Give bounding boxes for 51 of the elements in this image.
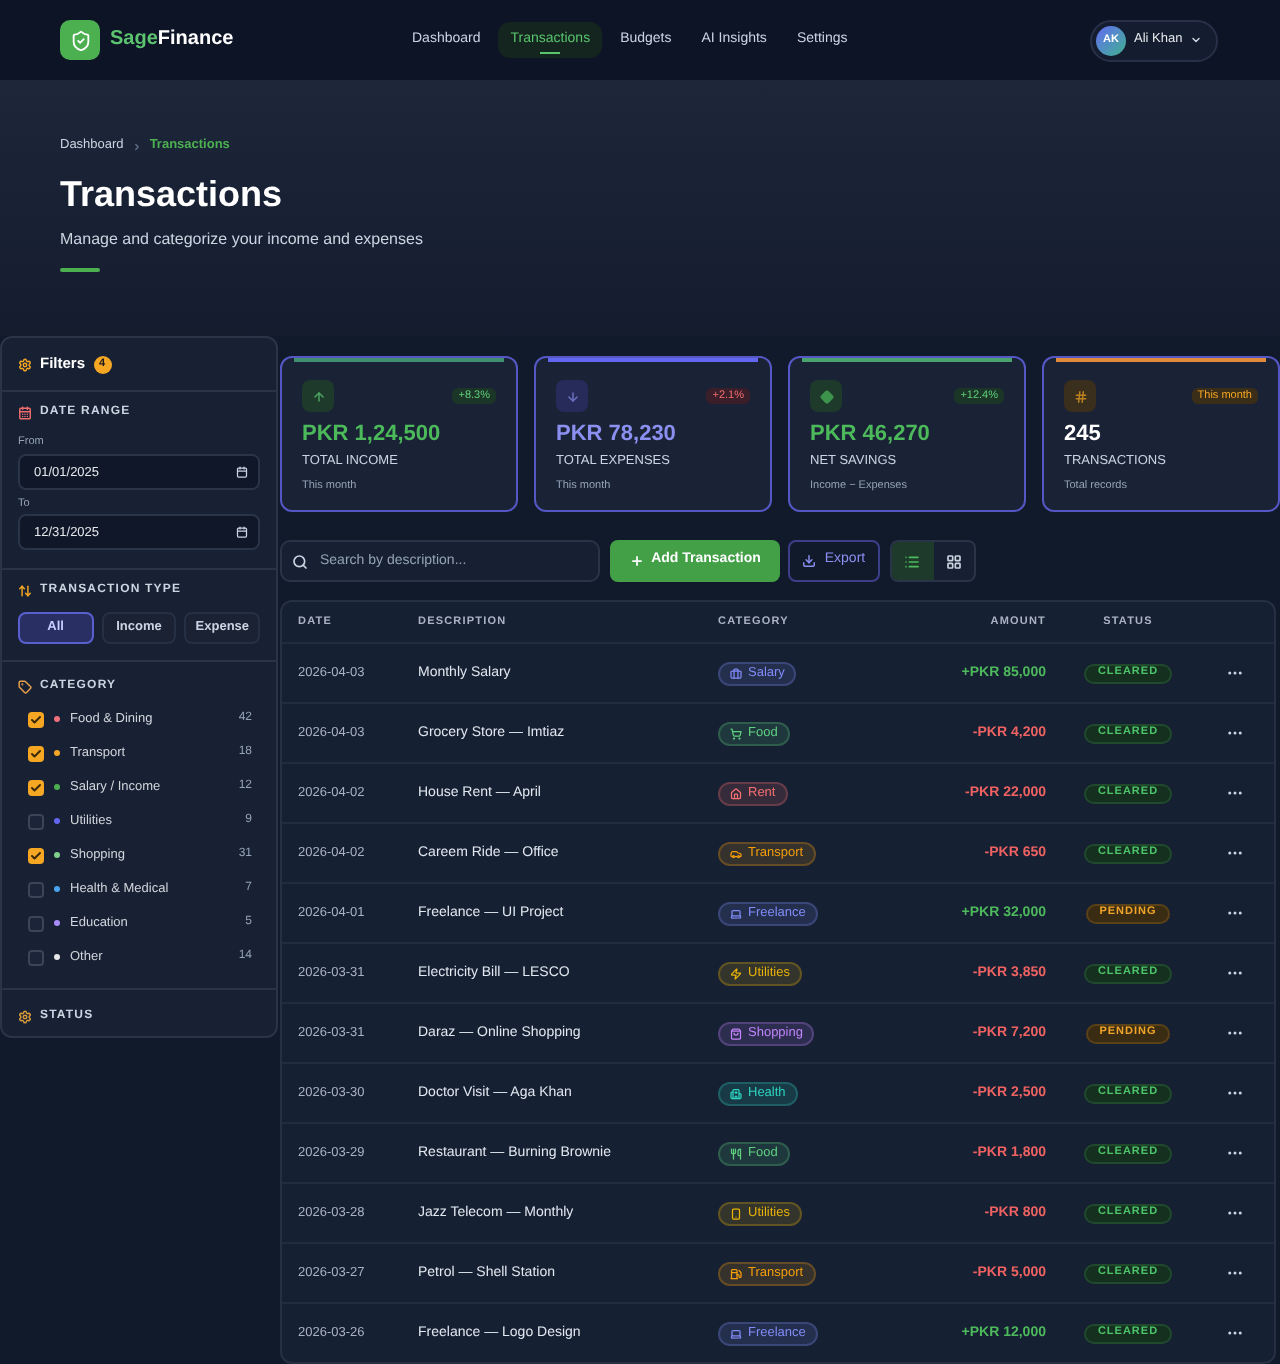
stat-value: 245 xyxy=(1064,422,1103,448)
calendar-icon xyxy=(18,406,32,420)
laptop-icon xyxy=(730,907,742,919)
page-subtitle: Manage and categorize your income and expenses xyxy=(60,230,425,250)
check-icon xyxy=(30,781,42,793)
shield-logo-icon xyxy=(60,20,100,60)
stat-value: PKR 46,270 xyxy=(810,422,932,448)
list-view-button[interactable] xyxy=(892,542,933,580)
checkbox[interactable] xyxy=(28,813,44,829)
shopping-bag-icon xyxy=(730,1027,742,1039)
check-icon xyxy=(30,849,42,861)
tag-icon xyxy=(18,680,32,694)
checkbox[interactable] xyxy=(28,779,44,795)
checkbox[interactable] xyxy=(28,745,44,761)
checkbox[interactable] xyxy=(28,949,44,965)
cart-icon xyxy=(730,727,742,739)
search-icon xyxy=(292,553,308,569)
calendar-icon[interactable] xyxy=(236,466,248,478)
check-icon xyxy=(30,713,42,725)
download-icon xyxy=(802,554,817,568)
briefcase-icon xyxy=(730,667,742,679)
page-title: Transactions xyxy=(60,172,285,216)
fuel-pump-icon xyxy=(730,1267,742,1279)
accent-bar xyxy=(60,268,100,272)
calendar-icon[interactable] xyxy=(236,526,248,538)
checkbox[interactable] xyxy=(28,881,44,897)
logo-text: SageFinance xyxy=(110,28,234,52)
list-icon xyxy=(904,553,921,569)
phone-icon xyxy=(730,1207,742,1219)
chevron-down-icon xyxy=(1190,34,1203,46)
stat-value: PKR 1,24,500 xyxy=(302,422,443,448)
arrow-up-icon xyxy=(302,380,334,412)
checkbox[interactable] xyxy=(28,711,44,727)
grid-icon xyxy=(945,553,962,569)
laptop-icon xyxy=(730,1327,742,1339)
utensils-icon xyxy=(730,1147,742,1159)
plus-icon xyxy=(629,554,644,568)
car-icon xyxy=(730,847,742,859)
up-down-arrows-icon xyxy=(18,584,32,598)
gear-icon xyxy=(18,357,32,371)
hospital-icon xyxy=(730,1087,742,1099)
stat-value: PKR 78,230 xyxy=(556,422,678,448)
chevron-right-icon xyxy=(131,141,142,151)
checkbox[interactable] xyxy=(28,847,44,863)
house-icon xyxy=(730,787,742,799)
hash-icon xyxy=(1064,380,1096,412)
arrow-down-icon xyxy=(556,380,588,412)
check-icon xyxy=(30,747,42,759)
gear-icon xyxy=(18,1010,32,1024)
checkbox[interactable] xyxy=(28,915,44,931)
lightning-icon xyxy=(730,967,742,979)
